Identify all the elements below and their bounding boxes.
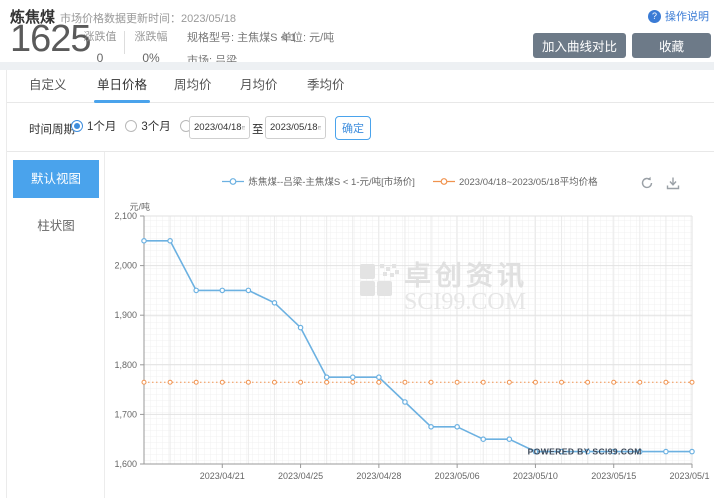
favorite-button[interactable]: 收藏 — [632, 33, 711, 58]
svg-text:1,800: 1,800 — [114, 360, 137, 370]
sidebar-item-default-view[interactable]: 默认视图 — [13, 160, 99, 198]
tab-daily-price[interactable]: 单日价格 — [97, 70, 147, 103]
svg-text:2,100: 2,100 — [114, 211, 137, 221]
help-label: 操作说明 — [665, 8, 709, 24]
end-date-input[interactable]: 2023/05/18 — [265, 116, 326, 139]
current-price: 1625 — [10, 20, 91, 58]
radio-icon — [71, 120, 83, 132]
radio-icon — [125, 120, 137, 132]
help-link[interactable]: ? 操作说明 — [648, 8, 709, 24]
calendar-icon — [318, 123, 321, 132]
legend-item-price-series[interactable]: 炼焦煤--吕梁-主焦煤S < 1-元/吨[市场价] — [222, 174, 415, 188]
legend-label: 炼焦煤--吕梁-主焦煤S < 1-元/吨[市场价] — [248, 174, 415, 188]
unit-label: 单位: 元/吨 — [281, 29, 334, 45]
start-date-value: 2023/04/18 — [194, 122, 242, 133]
svg-text:SCI99.COM: SCI99.COM — [404, 289, 526, 315]
svg-text:POWERED BY SCI99.COM: POWERED BY SCI99.COM — [528, 447, 642, 457]
tab-monthly-avg[interactable]: 月均价 — [240, 70, 278, 103]
svg-text:卓创资讯: 卓创资讯 — [404, 261, 528, 291]
chart-panel: 炼焦煤--吕梁-主焦煤S < 1-元/吨[市场价] 2023/04/18~202… — [106, 152, 714, 498]
content: 默认视图 柱状图 炼焦煤--吕梁-主焦煤S < 1-元/吨[市场价] 2023/… — [7, 152, 714, 498]
header: 炼焦煤 市场价格 数据更新时间：2023/05/18 1625 涨跌值 0 涨跌… — [0, 0, 714, 62]
download-icon[interactable] — [666, 176, 680, 190]
line-marker-icon — [433, 177, 455, 186]
calendar-icon — [242, 123, 245, 132]
change-value-label: 涨跌值 — [80, 28, 120, 44]
legend-label: 2023/04/18~2023/05/18平均价格 — [459, 174, 598, 188]
svg-text:2023/05/10: 2023/05/10 — [513, 471, 558, 481]
sidebar-item-bar-chart[interactable]: 柱状图 — [13, 216, 99, 236]
tab-custom[interactable]: 自定义 — [29, 70, 67, 103]
confirm-button[interactable]: 确定 — [335, 116, 371, 140]
legend-item-average-series[interactable]: 2023/04/18~2023/05/18平均价格 — [433, 174, 598, 188]
view-sidebar: 默认视图 柱状图 — [7, 152, 105, 498]
period-label: 时间周期 — [29, 121, 75, 137]
tab-quarterly-avg[interactable]: 季均价 — [307, 70, 345, 103]
svg-text:1,900: 1,900 — [114, 310, 137, 320]
to-label: 至 — [252, 121, 264, 137]
price-chart[interactable]: 1,600 1,700 1,800 1,900 2,000 2,100 2023/04/21… — [108, 202, 710, 499]
start-date-input[interactable]: 2023/04/18 — [189, 116, 250, 139]
svg-text:1,700: 1,700 — [114, 409, 137, 419]
chart-toolbar — [640, 176, 680, 190]
update-time-value: 2023/05/18 — [181, 13, 236, 25]
divider-band — [0, 62, 714, 70]
svg-text:2023/04/25: 2023/04/25 — [278, 471, 323, 481]
spec-label: 规格型号: 主焦煤S < 1 — [187, 29, 296, 45]
line-marker-icon — [222, 177, 244, 186]
radio-label: 3个月 — [141, 118, 170, 134]
change-value-block: 涨跌值 0 — [80, 28, 120, 65]
tab-weekly-avg[interactable]: 周均价 — [174, 70, 212, 103]
svg-text:2023/04/21: 2023/04/21 — [200, 471, 245, 481]
svg-text:2023/05/06: 2023/05/06 — [435, 471, 480, 481]
refresh-icon[interactable] — [640, 176, 654, 190]
radio-3-month[interactable]: 3个月 — [125, 118, 170, 134]
radio-1-month[interactable]: 1个月 — [71, 118, 116, 134]
svg-text:1,600: 1,600 — [114, 459, 137, 469]
update-time-label: 数据更新时间： — [104, 13, 181, 25]
svg-text:元/吨: 元/吨 — [129, 202, 150, 212]
change-pct-label: 涨跌幅 — [131, 28, 171, 44]
divider — [124, 31, 125, 54]
question-circle-icon: ? — [648, 10, 661, 23]
svg-text:2023/05/15: 2023/05/15 — [591, 471, 636, 481]
svg-text:2023/04/28: 2023/04/28 — [356, 471, 401, 481]
svg-text:2023/05/18: 2023/05/18 — [669, 471, 710, 481]
radio-label: 1个月 — [87, 118, 116, 134]
end-date-value: 2023/05/18 — [270, 122, 318, 133]
page: 炼焦煤 市场价格 数据更新时间：2023/05/18 1625 涨跌值 0 涨跌… — [0, 0, 714, 498]
chart-legend: 炼焦煤--吕梁-主焦煤S < 1-元/吨[市场价] 2023/04/18~202… — [106, 174, 714, 188]
add-compare-button[interactable]: 加入曲线对比 — [533, 33, 626, 58]
tab-bar: 自定义 单日价格 周均价 月均价 季均价 — [7, 70, 714, 103]
change-pct-block: 涨跌幅 0% — [131, 28, 171, 65]
update-time: 数据更新时间：2023/05/18 — [104, 10, 236, 26]
filter-row: 时间周期 1个月 3个月 1年 2023/04/18 至 2023/05/18 … — [7, 104, 714, 152]
svg-text:2,000: 2,000 — [114, 261, 137, 271]
